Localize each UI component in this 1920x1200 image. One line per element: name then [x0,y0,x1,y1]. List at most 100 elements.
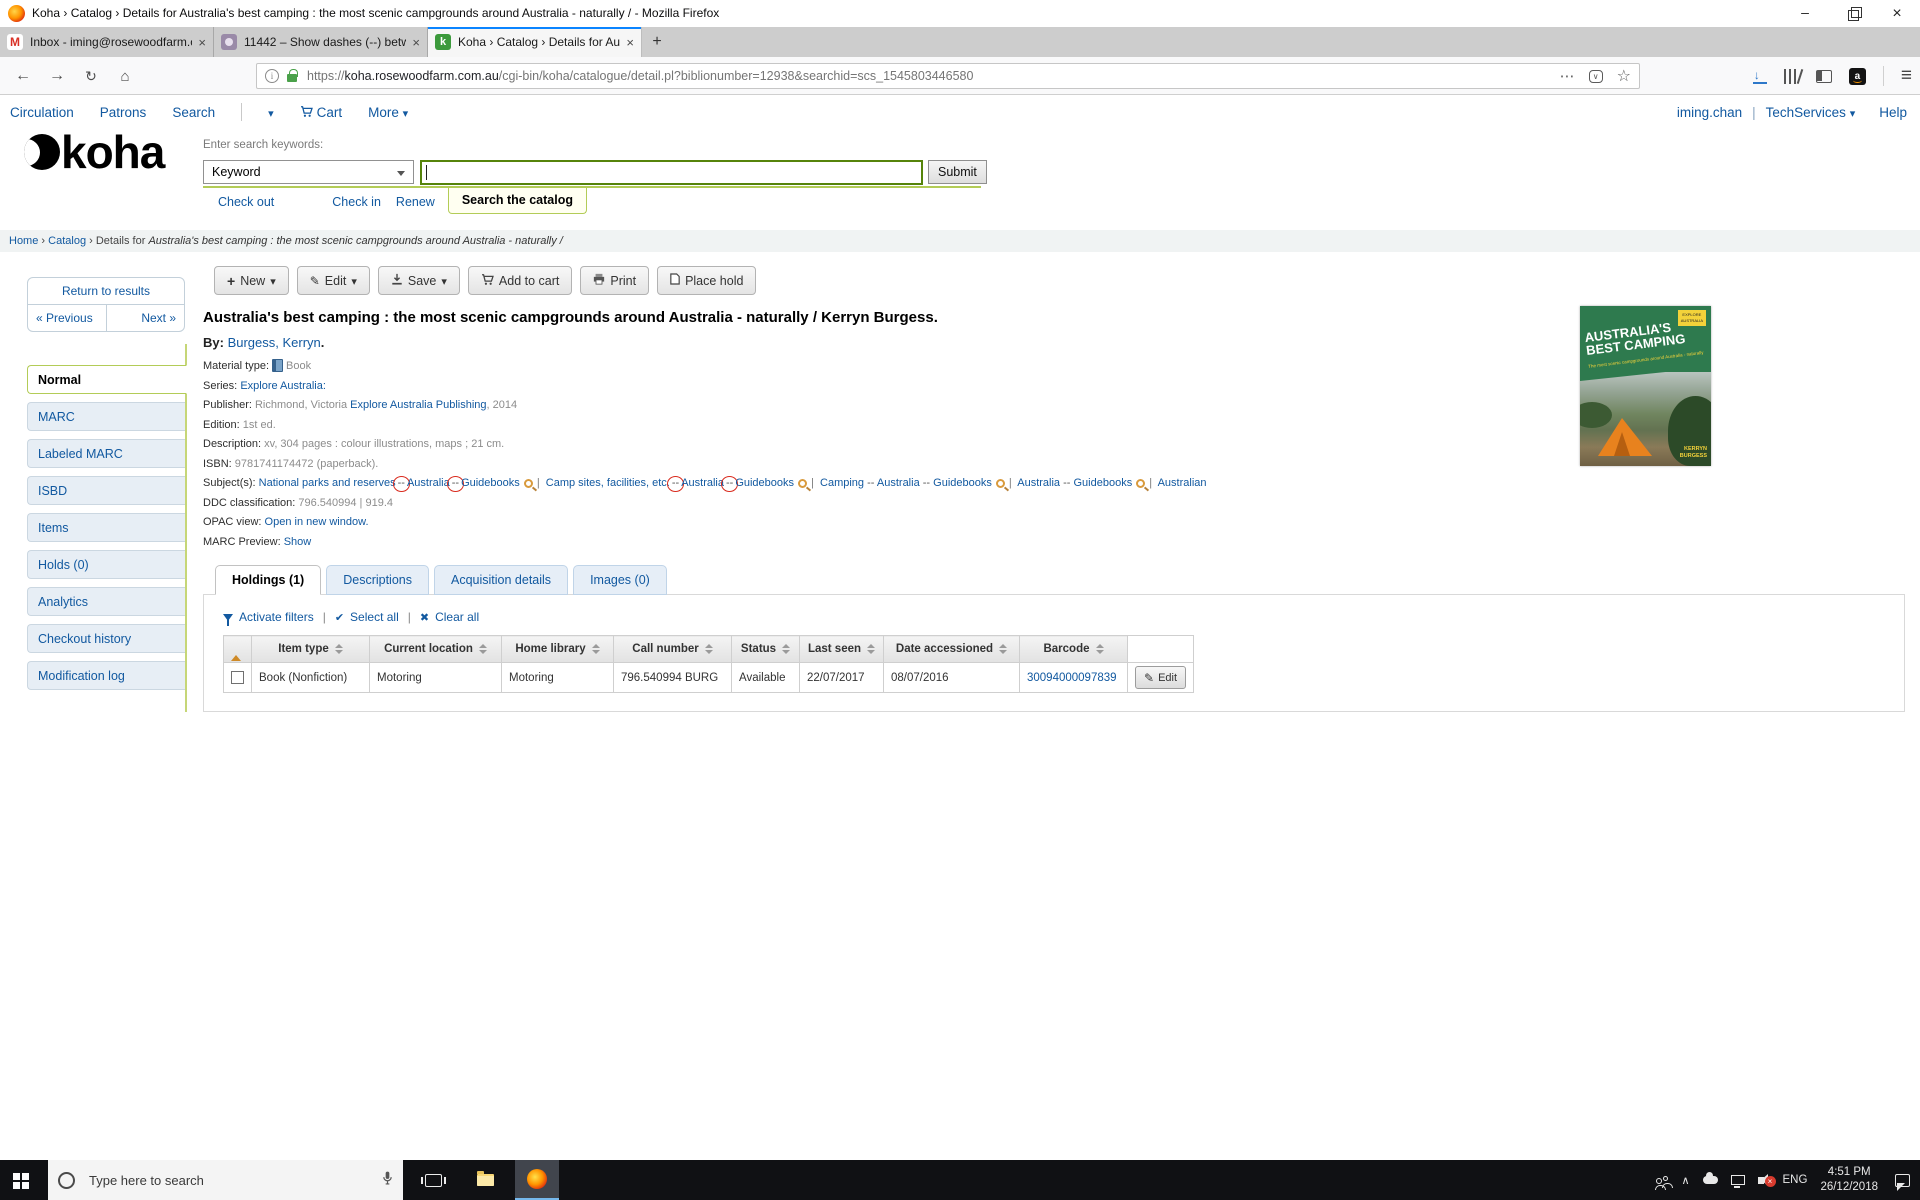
previous-record-link[interactable]: « Previous [28,305,107,331]
submit-button[interactable]: Submit [928,160,987,184]
nav-cart[interactable]: Cart [300,105,343,120]
subject-link[interactable]: Australia [681,477,724,489]
edit-button[interactable]: Edit [297,266,370,295]
print-button[interactable]: Print [580,266,649,295]
subject-link[interactable]: Guidebooks [1073,477,1132,489]
tab-check-in[interactable]: Check in [332,195,381,209]
nav-more[interactable]: More [368,105,408,120]
tab-holdings[interactable]: Holdings (1) [215,565,321,595]
taskbar-search-input[interactable] [89,1173,382,1188]
barcode-link[interactable]: 30094000097839 [1027,672,1117,684]
catalog-search-input[interactable] [420,160,923,185]
reload-icon[interactable] [78,64,104,88]
clock[interactable]: 4:51 PM26/12/2018 [1820,1165,1878,1195]
place-hold-button[interactable]: Place hold [657,266,756,295]
subject-link[interactable]: Australia [407,477,450,489]
next-record-link[interactable]: Next » [107,305,185,331]
subject-search-icon[interactable] [798,479,807,488]
tab-renew[interactable]: Renew [396,195,435,209]
column-current-location[interactable]: Current location [370,636,502,663]
series-link[interactable]: Explore Australia: [240,380,326,392]
column-home-library[interactable]: Home library [502,636,614,663]
sidebar-tab-checkout-history[interactable]: Checkout history [27,624,185,653]
page-actions-icon[interactable] [1560,67,1575,86]
action-center-icon[interactable] [1895,1174,1910,1187]
browser-tab-bugzilla[interactable]: 11442 – Show dashes (--) betwe [214,27,428,57]
sidebar-tab-normal[interactable]: Normal [27,365,187,394]
minimize-button[interactable] [1782,0,1828,27]
column-last-seen[interactable]: Last seen [800,636,884,663]
nav-help[interactable]: Help [1879,105,1907,120]
tab-close-icon[interactable] [626,35,634,50]
language-indicator[interactable]: ENG [1783,1174,1808,1186]
nav-patrons[interactable]: Patrons [100,105,147,120]
people-icon[interactable] [1656,1176,1668,1184]
koha-logo[interactable]: koha [24,134,164,170]
subject-link[interactable]: Australian [1158,477,1207,489]
onedrive-icon[interactable] [1703,1176,1718,1184]
subject-link[interactable]: Camping [820,477,864,489]
subject-search-icon[interactable] [524,479,533,488]
sidebar-tab-analytics[interactable]: Analytics [27,587,185,616]
downloads-icon[interactable] [1753,69,1767,84]
nav-username[interactable]: iming.chan [1677,105,1742,120]
sidebar-tab-modification-log[interactable]: Modification log [27,661,185,690]
tab-images[interactable]: Images (0) [573,565,667,595]
taskbar-search[interactable] [48,1160,403,1200]
opac-link[interactable]: Open in new window. [265,516,369,528]
amazon-extension-icon[interactable]: a [1849,68,1866,85]
sidebar-tab-marc[interactable]: MARC [27,402,185,431]
nav-search[interactable]: Search [172,105,215,120]
column-barcode[interactable]: Barcode [1020,636,1128,663]
nav-circulation[interactable]: Circulation [10,105,74,120]
back-icon[interactable] [10,64,36,88]
volume-muted-icon[interactable] [1758,1177,1764,1184]
home-icon[interactable] [112,64,138,88]
subject-link[interactable]: National parks and reserves [259,477,396,489]
subject-link[interactable]: Australia [1017,477,1060,489]
microphone-icon[interactable] [382,1170,393,1191]
column-call-number[interactable]: Call number [614,636,732,663]
browser-tab-koha[interactable]: k Koha › Catalog › Details for Au [428,27,642,57]
breadcrumb-catalog[interactable]: Catalog [48,235,86,247]
tab-descriptions[interactable]: Descriptions [326,565,429,595]
subject-link[interactable]: Guidebooks [461,477,520,489]
subject-link[interactable]: Camp sites, facilities, etc. [546,477,670,489]
column-status[interactable]: Status [732,636,800,663]
author-link[interactable]: Burgess, Kerryn [228,335,321,350]
column-item-type[interactable]: Item type [252,636,370,663]
select-all-link[interactable]: Select all [350,610,399,624]
start-button[interactable] [0,1160,48,1200]
sort-column-header[interactable] [224,636,252,663]
restore-button[interactable] [1828,0,1874,27]
clear-all-link[interactable]: Clear all [435,610,479,624]
subject-link[interactable]: Guidebooks [735,477,794,489]
subject-link[interactable]: Guidebooks [933,477,992,489]
return-to-results-link[interactable]: Return to results [28,278,184,305]
sidebar-tab-holds[interactable]: Holds (0) [27,550,185,579]
nav-library[interactable]: TechServices [1766,105,1856,120]
subject-search-icon[interactable] [996,479,1005,488]
lock-icon[interactable] [287,74,297,82]
tab-acquisition-details[interactable]: Acquisition details [434,565,568,595]
tab-check-out[interactable]: Check out [218,195,274,209]
edit-item-button[interactable]: Edit [1135,666,1186,689]
browser-tab-gmail[interactable]: M Inbox - iming@rosewoodfarm.c [0,27,214,57]
task-view-button[interactable] [411,1160,455,1200]
hamburger-menu-icon[interactable] [1901,65,1912,87]
new-button[interactable]: New [214,266,289,295]
sidebar-toggle-icon[interactable] [1816,70,1832,83]
close-button[interactable] [1874,0,1920,27]
nav-dropdown-caret-icon[interactable] [268,105,274,120]
subject-search-icon[interactable] [1136,479,1145,488]
file-explorer-button[interactable] [463,1160,507,1200]
sidebar-tab-items[interactable]: Items [27,513,185,542]
network-icon[interactable] [1731,1175,1745,1185]
new-tab-button[interactable] [642,27,672,57]
save-button[interactable]: Save [378,266,460,295]
activate-filters-link[interactable]: Activate filters [239,610,314,624]
tab-search-the-catalog[interactable]: Search the catalog [448,188,587,214]
url-text[interactable]: https://koha.rosewoodfarm.com.au/cgi-bin… [307,69,1560,83]
subject-link[interactable]: Australia [877,477,920,489]
hidden-icons-chevron[interactable] [1681,1171,1689,1189]
